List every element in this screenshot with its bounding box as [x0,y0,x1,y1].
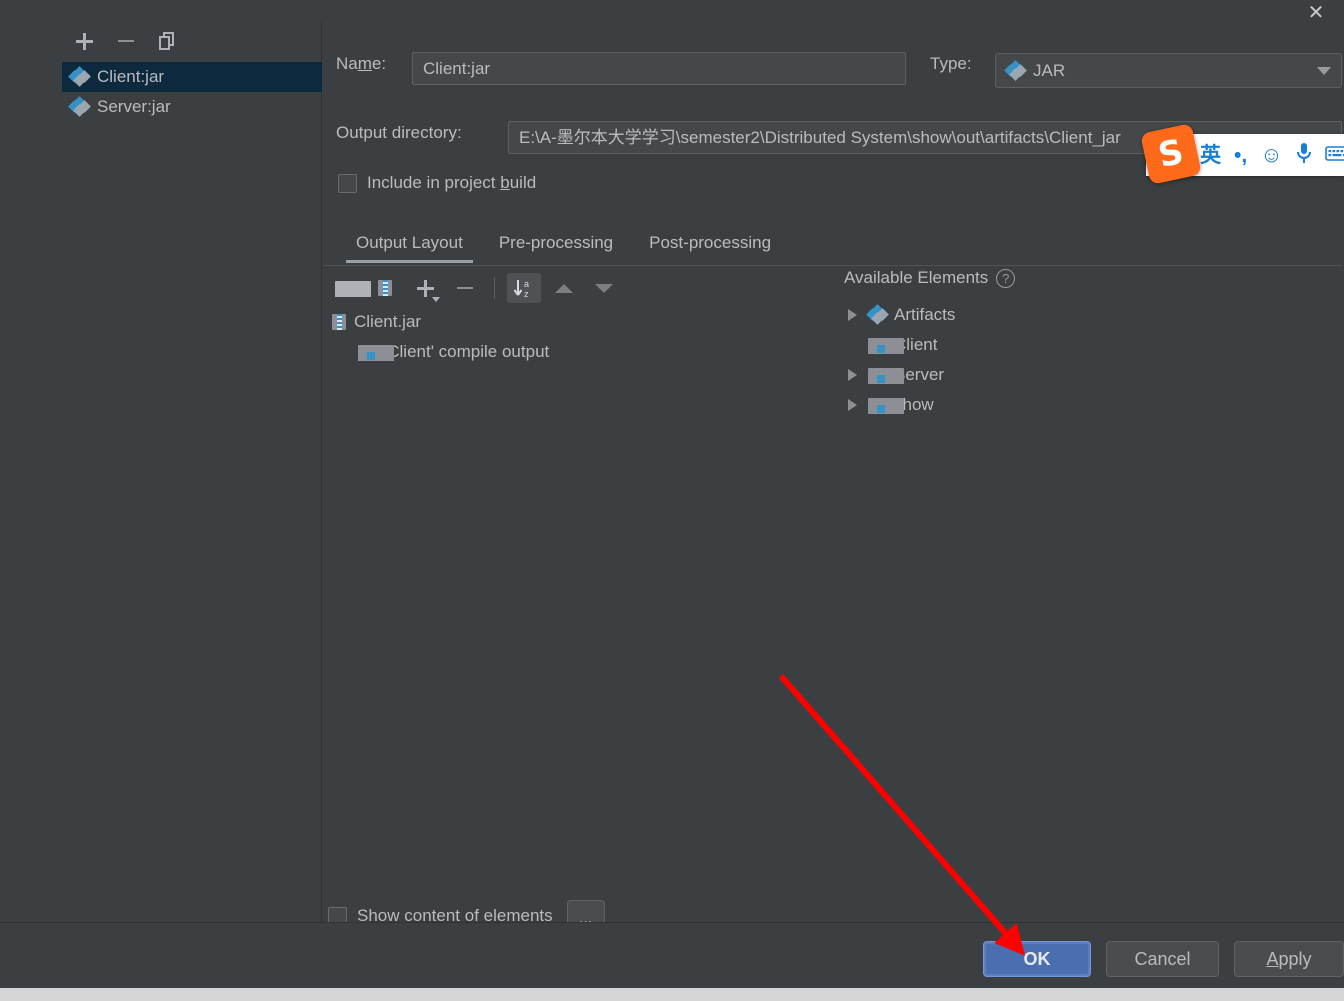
expand-arrow-icon[interactable] [844,369,860,381]
sort-alphabetically-icon[interactable]: a z [507,273,541,303]
tree-row-label: Client.jar [354,312,422,331]
ime-language-mode[interactable]: 英 [1200,145,1221,166]
apply-button[interactable]: Apply [1234,941,1344,977]
module-icon [868,397,904,414]
copy-artifact-button[interactable] [154,27,182,55]
type-select-value: JAR [1033,60,1066,80]
artifacts-toolbar [62,22,322,60]
add-artifact-button[interactable] [70,27,98,55]
include-in-project-build-checkbox[interactable]: Include in project build [338,173,536,193]
include-in-project-build-label: Include in project build [367,173,537,192]
remove-artifact-button[interactable] [112,27,140,55]
smiley-icon[interactable]: ☺ [1260,144,1282,166]
artifacts-panel: Client:jar Server:jar [62,22,322,922]
available-elements-tree: Artifacts Client Server show [834,300,1342,420]
expand-arrow-icon[interactable] [844,309,860,321]
move-down-icon[interactable] [587,273,621,303]
tree-row[interactable]: Client.jar [324,307,832,337]
checkbox-box [338,173,357,193]
sort-glyph: a z [513,279,529,298]
help-icon[interactable]: ? [996,268,1016,288]
compile-output-icon [358,344,394,361]
tab-output-layout[interactable]: Output Layout [338,227,481,263]
type-select[interactable]: JAR [995,53,1342,88]
type-row: Type: [930,54,972,74]
expand-arrow-icon[interactable] [844,399,860,411]
sogou-logo-icon[interactable]: S [1140,123,1202,185]
screen: re s s ✕ [0,0,1344,1001]
name-label: Name: [336,54,387,73]
add-icon[interactable] [408,273,442,303]
available-elements-pane: Available Elements ? Artifacts Client Se… [834,262,1342,892]
output-layout-tree: Client.jar 'Client' compile output [324,307,832,892]
tab-post-processing[interactable]: Post-processing [631,227,789,263]
artifact-item-label: Server:jar [97,97,171,116]
ime-punctuation-toggle[interactable]: •, [1234,145,1247,166]
svg-text:z: z [524,289,529,298]
cancel-button[interactable]: Cancel [1106,941,1219,977]
available-item-show[interactable]: show [834,390,1342,420]
artifacts-icon [866,304,889,325]
output-directory-row: Output directory: [336,123,462,143]
type-label: Type: [930,54,972,73]
dialog-titlebar: ✕ [62,0,1344,23]
tree-row-label: 'Client' compile output [384,342,550,361]
keyboard-icon[interactable] [1324,144,1344,166]
tab-pre-processing[interactable]: Pre-processing [481,227,631,263]
toolbar-separator [494,277,495,299]
keyboard-glyph [1324,146,1344,161]
svg-text:a: a [524,279,529,289]
dialog-footer: OK Cancel Apply CSDN @暖仔会飞 [0,923,1344,988]
artifact-item-label: Client:jar [97,67,165,86]
move-up-icon[interactable] [547,273,581,303]
available-item-label: Artifacts [894,305,956,324]
create-archive-icon[interactable] [368,273,402,303]
available-elements-header: Available Elements ? [834,262,1342,294]
microphone-icon[interactable] [1296,142,1312,168]
output-directory-label: Output directory: [336,123,462,142]
artifact-item-server-jar[interactable]: Server:jar [62,92,322,122]
windows-taskbar-strip [0,988,1344,1001]
jar-icon [332,313,346,331]
artifact-icon [68,66,91,87]
artifact-icon [68,96,91,117]
available-elements-title: Available Elements [844,268,989,287]
apply-label: Apply [1266,948,1312,969]
artifact-item-client-jar[interactable]: Client:jar [62,62,322,92]
available-item-client[interactable]: Client [834,330,1342,360]
create-directory-icon[interactable] [328,273,371,303]
tab-label: Post-processing [649,233,772,252]
module-icon [868,367,904,384]
artifacts-list: Client:jar Server:jar [62,62,322,122]
remove-icon[interactable] [448,273,482,303]
available-item-artifacts[interactable]: Artifacts [834,300,1342,330]
tab-label: Output Layout [356,233,463,252]
jar-type-icon [1004,59,1027,81]
tab-label: Pre-processing [498,233,614,252]
available-item-server[interactable]: Server [834,360,1342,390]
chevron-down-icon [1317,66,1331,75]
name-row: Name: [336,54,386,74]
output-layout-toolbar: a z [328,271,621,305]
name-input[interactable]: Client:jar [412,52,906,85]
module-icon [868,337,904,354]
tree-row[interactable]: 'Client' compile output [324,337,832,367]
microphone-glyph [1296,143,1311,163]
ok-button[interactable]: OK [983,941,1091,977]
artifact-tabs: Output Layout Pre-processing Post-proces… [338,227,789,263]
